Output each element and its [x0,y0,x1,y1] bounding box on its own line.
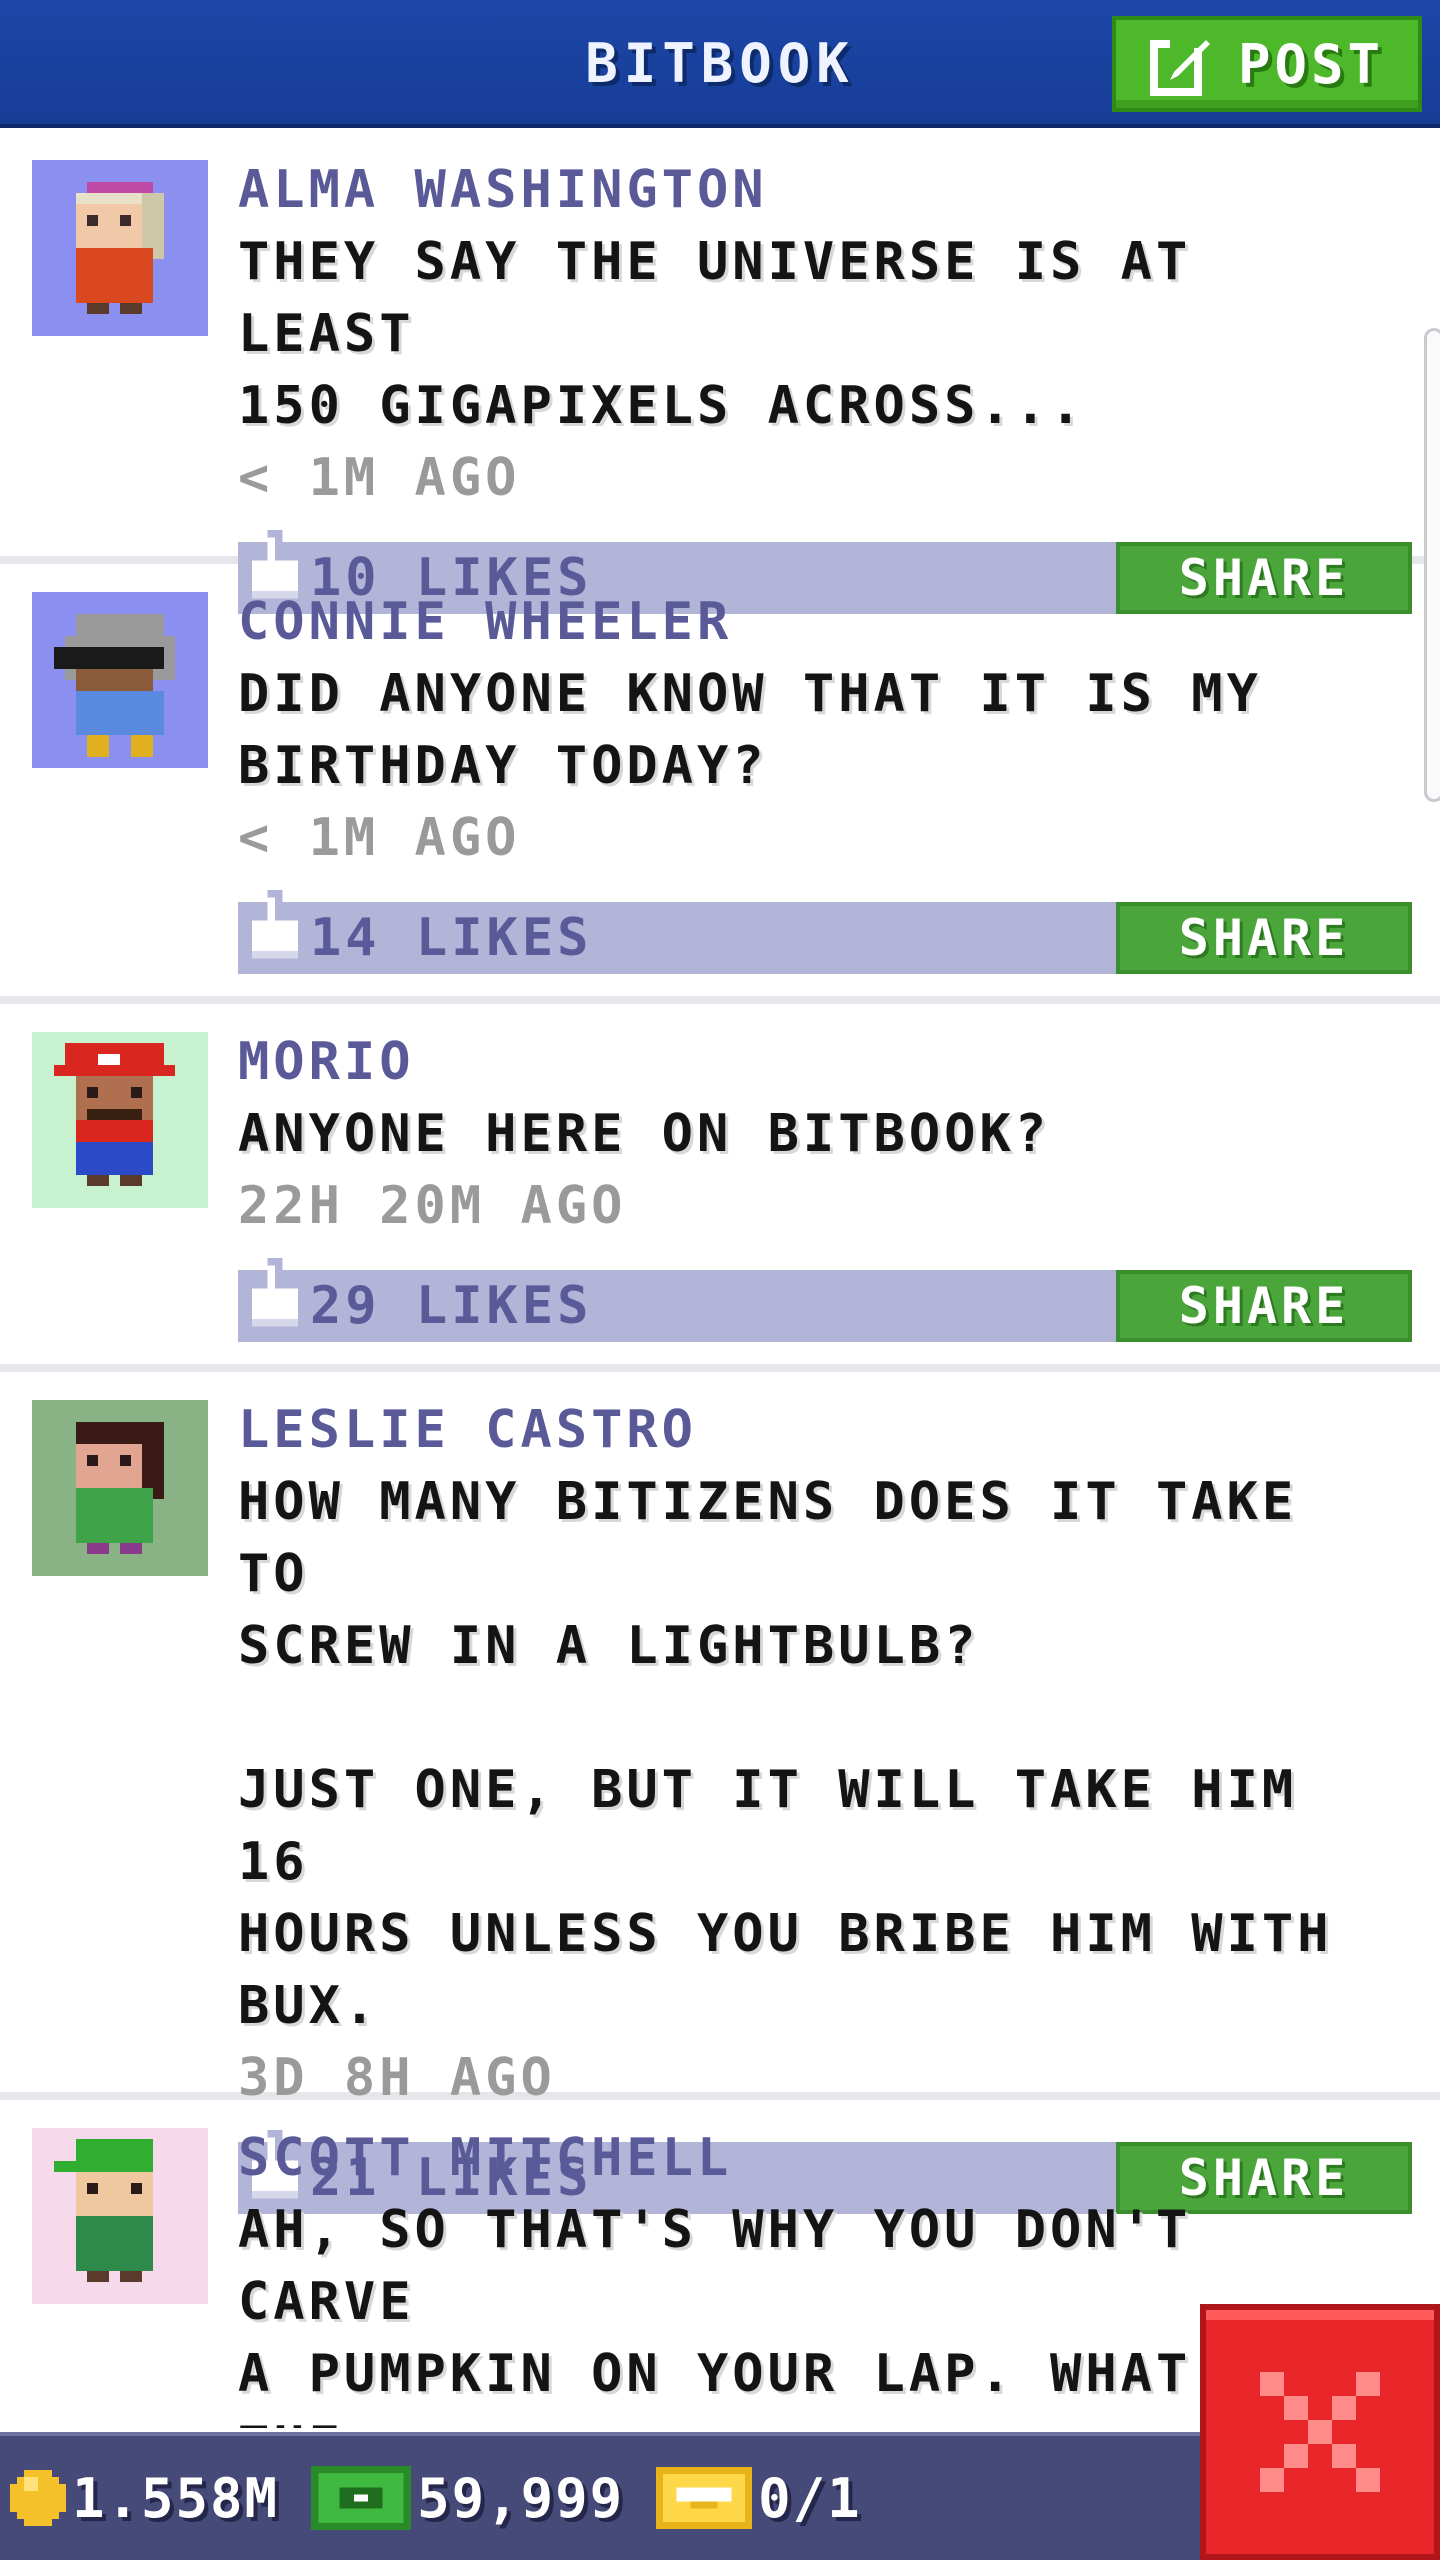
post-button[interactable]: POST [1112,16,1422,112]
avatar[interactable] [32,1032,208,1208]
close-x-icon [1260,2372,1380,2492]
avatar[interactable] [32,2128,208,2304]
thumbs-up-icon[interactable] [252,890,298,966]
post-time: < 1M AGO [238,448,521,508]
avatar[interactable] [32,1400,208,1576]
post-item: ALMA WASHINGTON THEY SAY THE UNIVERSE IS… [0,132,1440,614]
post-button-label: POST [1237,32,1385,96]
edit-square-icon [1149,36,1210,96]
close-button[interactable] [1200,2304,1440,2560]
post-author[interactable]: ALMA WASHINGTON [238,154,1392,226]
post-message: THEY SAY THE UNIVERSE IS AT LEAST 150 GI… [238,232,1192,436]
ticket-icon [656,2467,753,2529]
thumbs-up-icon[interactable] [252,1258,298,1334]
post-feed[interactable]: ALMA WASHINGTON THEY SAY THE UNIVERSE IS… [0,132,1440,2428]
coins-value: 1.558M [72,2466,280,2530]
avatar[interactable] [32,592,208,768]
like-count: 14 LIKES [310,908,593,968]
post-actions: 29 LIKES SHARE [238,1258,1412,1342]
post-actions: 14 LIKES SHARE [238,890,1412,974]
coin-icon [10,2470,66,2526]
post-author[interactable]: LESLIE CASTRO [238,1394,1392,1466]
post-item: MORIO ANYONE HERE ON BITBOOK? 22H 20M AG… [0,1004,1440,1372]
post-message: DID ANYONE KNOW THAT IT IS MY BIRTHDAY T… [238,664,1262,796]
tickets-value: 0/1 [758,2466,862,2530]
share-button[interactable]: SHARE [1116,1270,1412,1342]
scroll-indicator[interactable] [1424,328,1440,802]
post-author[interactable]: SCOTT MITCHELL [238,2122,1392,2194]
bux-value: 59,999 [417,2466,625,2530]
coins-stat: 1.558M [10,2467,279,2530]
app-header: BITBOOK POST [0,0,1440,128]
post-time: 22H 20M AGO [238,1176,627,1236]
post-time: < 1M AGO [238,808,521,868]
post-message: ANYONE HERE ON BITBOOK? [238,1104,1051,1164]
like-count: 29 LIKES [310,1276,593,1336]
post-author[interactable]: CONNIE WHEELER [238,586,1392,658]
post-message: HOW MANY BITIZENS DOES IT TAKE TO SCREW … [238,1472,1333,2036]
share-button[interactable]: SHARE [1116,902,1412,974]
avatar[interactable] [32,160,208,336]
tickets-stat: 0/1 [634,2466,862,2530]
post-item: LESLIE CASTRO HOW MANY BITIZENS DOES IT … [0,1372,1440,2214]
cash-icon [311,2466,411,2530]
bux-stat: 59,999 [289,2466,624,2530]
post-author[interactable]: MORIO [238,1026,1392,1098]
post-item: CONNIE WHEELER DID ANYONE KNOW THAT IT I… [0,564,1440,1004]
